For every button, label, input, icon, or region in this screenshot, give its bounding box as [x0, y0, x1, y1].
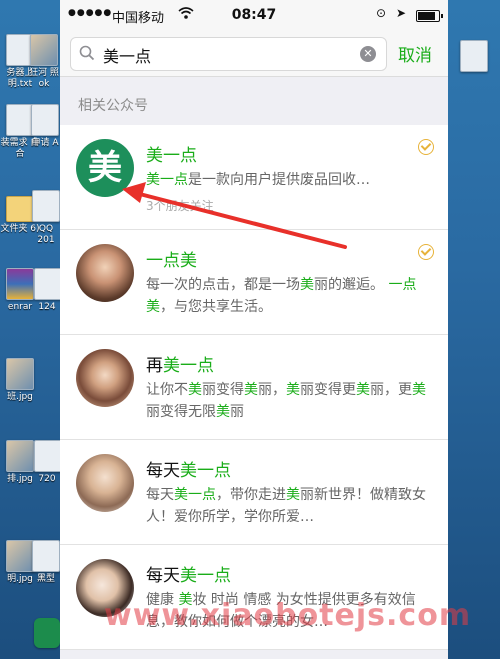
title-text: 每天 — [146, 566, 180, 586]
phone-screen: ●●●●● 中国移动 08:47 ⊙ ➤ ✕ 取消 相关公众号 美 美一点 美一… — [60, 0, 448, 659]
desktop-file-label: QQ 201 — [37, 224, 55, 245]
list-item[interactable]: 一点美 每一次的点击，都是一场美丽的邂逅。 一点美，与您共享生活。 — [60, 230, 448, 335]
search-bar: ✕ 取消 — [60, 30, 448, 77]
verified-check-icon — [418, 139, 434, 155]
desc-text: ，带你走进 — [216, 487, 286, 503]
desc-text: 每天 — [146, 487, 174, 503]
desc-highlight: 美 — [188, 382, 202, 398]
desc-text: 每一次的点击，都是一场 — [146, 277, 300, 293]
desc-text: 是一款向用户提供废品回收… — [188, 172, 370, 188]
title-highlight: 一点美 — [146, 251, 197, 271]
result-list: 美 美一点 美一点是一款向用户提供废品回收… 3个朋友关注 一点美 每一次的点击… — [60, 125, 448, 650]
desc-text: 让你不 — [146, 382, 188, 398]
desc-text: 丽变得 — [202, 382, 244, 398]
account-description: 每天美一点，带你走进美丽新世界！做精致女人！爱你所学，学你所爱… — [146, 484, 426, 528]
desktop-file-label: 720 — [38, 474, 56, 484]
cancel-button[interactable]: 取消 — [398, 41, 432, 66]
location-icon: ➤ — [396, 6, 407, 20]
desc-highlight: 美 — [412, 382, 426, 398]
desktop-file[interactable]: QQ 201 — [32, 190, 60, 246]
desc-highlight: 美 — [356, 382, 370, 398]
desktop-file[interactable]: 狂河 照ok — [28, 34, 60, 90]
section-header: 相关公众号 — [78, 98, 148, 114]
desktop-file[interactable]: 720 — [34, 440, 62, 485]
list-item[interactable]: 每天美一点 每天美一点，带你走进美丽新世界！做精致女人！爱你所学，学你所爱… — [60, 440, 448, 545]
desc-text: 丽变得更 — [300, 382, 356, 398]
desktop-file[interactable]: 申请 A — [30, 104, 60, 149]
avatar — [76, 454, 134, 512]
search-input[interactable] — [101, 42, 345, 68]
file-icon — [32, 540, 60, 572]
qq-file-icon — [32, 190, 60, 222]
image-file-icon — [6, 440, 34, 472]
file-icon — [34, 268, 62, 300]
desc-text: 丽的邂逅。 — [314, 277, 384, 293]
desc-highlight: 美 — [216, 404, 230, 420]
account-description: 每一次的点击，都是一场美丽的邂逅。 一点美，与您共享生活。 — [146, 274, 426, 318]
desc-text: ，与您共享生活。 — [160, 299, 272, 315]
document-file-icon — [31, 104, 59, 136]
desc-highlight: 美一点 — [174, 487, 216, 503]
desktop-file[interactable]: 124 — [34, 268, 62, 313]
title-text: 每天 — [146, 461, 180, 481]
account-description: 美一点是一款向用户提供废品回收… — [146, 169, 426, 191]
desktop-file-label: 明.jpg — [7, 574, 33, 584]
status-bar: ●●●●● 中国移动 08:47 ⊙ ➤ — [60, 0, 448, 30]
desktop-file[interactable] — [452, 40, 496, 74]
search-icon — [79, 45, 95, 61]
avatar: 美 — [76, 139, 134, 197]
title-highlight: 美一点 — [163, 356, 214, 376]
desc-highlight: 美 — [300, 277, 314, 293]
image-file-icon — [6, 540, 34, 572]
desktop-app[interactable] — [34, 618, 60, 650]
winrar-icon — [6, 268, 34, 300]
account-name: 美一点 — [146, 141, 197, 166]
watermark: www.xiaobotejs.com — [104, 598, 472, 633]
folder-icon — [6, 196, 34, 222]
desktop-file-label: 124 — [38, 302, 56, 312]
rotation-lock-icon: ⊙ — [376, 6, 387, 20]
desktop-file-label: 狂河 照ok — [29, 68, 59, 89]
desc-text: 丽，更 — [370, 382, 412, 398]
avatar — [76, 244, 134, 302]
clear-search-icon[interactable]: ✕ — [360, 46, 376, 62]
clock: 08:47 — [231, 7, 277, 23]
desc-highlight: 美 — [286, 487, 300, 503]
file-icon — [460, 40, 488, 72]
image-file-icon — [6, 358, 34, 390]
account-name: 每天美一点 — [146, 456, 231, 481]
desktop-file-label: 申请 A — [31, 138, 59, 148]
battery-icon — [416, 10, 443, 22]
desc-text: 丽变得无限 — [146, 404, 216, 420]
desc-text: 丽， — [258, 382, 286, 398]
desc-highlight: 美 — [244, 382, 258, 398]
title-highlight: 美一点 — [146, 146, 197, 166]
verified-check-icon — [418, 244, 434, 260]
desktop-file[interactable]: 黑型 — [32, 540, 60, 585]
title-highlight: 美一点 — [180, 566, 231, 586]
account-description: 让你不美丽变得美丽，美丽变得更美丽，更美丽变得无限美丽 — [146, 379, 426, 423]
account-name: 每天美一点 — [146, 561, 231, 586]
search-box[interactable]: ✕ — [70, 37, 387, 71]
list-item[interactable]: 美 美一点 美一点是一款向用户提供废品回收… 3个朋友关注 — [60, 125, 448, 230]
title-text: 再 — [146, 356, 163, 376]
app-icon — [34, 618, 60, 648]
image-file-icon — [30, 34, 58, 66]
friends-following-count: 3个朋友关注 — [146, 199, 214, 213]
account-name: 再美一点 — [146, 351, 214, 376]
account-name: 一点美 — [146, 246, 197, 271]
desktop-file-label: 班.jpg — [7, 392, 33, 402]
desktop-file[interactable]: 班.jpg — [0, 358, 40, 403]
desktop-file-label: 黑型 — [36, 574, 55, 584]
desc-highlight: 美一点 — [146, 172, 188, 188]
desc-text: 丽 — [230, 404, 244, 420]
avatar — [76, 349, 134, 407]
desktop-file-label: enrar — [7, 302, 33, 312]
title-highlight: 美一点 — [180, 461, 231, 481]
desktop-file-label: 排.jpg — [7, 474, 33, 484]
file-icon — [34, 440, 62, 472]
list-item[interactable]: 再美一点 让你不美丽变得美丽，美丽变得更美丽，更美丽变得无限美丽 — [60, 335, 448, 440]
desc-highlight: 美 — [286, 382, 300, 398]
